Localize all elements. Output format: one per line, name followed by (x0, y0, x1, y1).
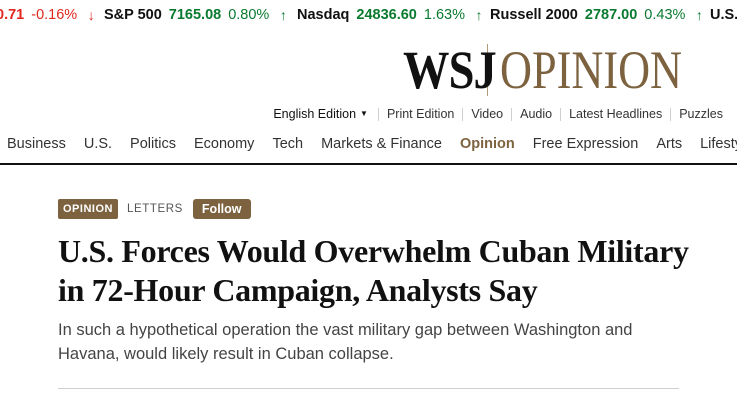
article-dek: In such a hypothetical operation the vas… (58, 321, 633, 363)
arrow-down-icon: ↓ (87, 7, 95, 23)
wsj-logo-text: WSJ (403, 40, 497, 100)
wsj-opinion-logo[interactable]: WSJ OPINION (403, 42, 722, 98)
ticker-change: 0.43% (644, 7, 686, 23)
arrow-up-icon: ↑ (279, 7, 287, 23)
nav-item-lifestyle[interactable]: Lifestyle (700, 136, 737, 152)
caret-down-icon: ▼ (360, 109, 368, 118)
article-headline: U.S. Forces Would Overwhelm Cuban Milita… (58, 233, 689, 308)
link-latest-headlines[interactable]: Latest Headlines (561, 107, 670, 121)
opinion-logo-text: OPINION (500, 40, 683, 100)
ticker-name: U.S. (710, 7, 737, 23)
ticker-price: 0.71 (0, 7, 25, 23)
edition-label: English Edition (273, 107, 357, 121)
nav-item-free-expression[interactable]: Free Expression (533, 136, 639, 152)
article-kicker: OPINION LETTERS Follow (58, 199, 251, 219)
nav-item-tech[interactable]: Tech (272, 136, 303, 152)
ticker-change: 1.63% (423, 7, 465, 23)
ticker-price: 24836.60 (356, 7, 417, 23)
ticker-name: Russell 2000 (490, 7, 578, 23)
nav-item-business[interactable]: Business (7, 136, 66, 152)
ticker-change: -0.16% (31, 7, 78, 23)
nav-item-arts[interactable]: Arts (656, 136, 682, 152)
section-nav: Business U.S. Politics Economy Tech Mark… (0, 128, 737, 160)
ticker-item[interactable]: U.S. (710, 0, 737, 30)
section-label[interactable]: LETTERS (127, 203, 183, 215)
link-puzzles[interactable]: Puzzles (671, 107, 723, 121)
market-ticker: 0.71 -0.16% ↓ S&P 500 7165.08 0.80% ↑ Na… (0, 0, 737, 30)
ticker-name: Nasdaq (297, 7, 350, 23)
follow-button[interactable]: Follow (192, 199, 251, 219)
arrow-up-icon: ↑ (695, 7, 703, 23)
nav-item-politics[interactable]: Politics (130, 136, 176, 152)
utility-links: English Edition ▼ Print Edition Video Aud… (273, 105, 723, 123)
nav-divider (0, 163, 737, 165)
ticker-item[interactable]: S&P 500 7165.08 0.80% ↑ (104, 0, 290, 30)
nav-item-markets-finance[interactable]: Markets & Finance (321, 136, 442, 152)
opinion-badge: OPINION (58, 199, 118, 219)
divider (58, 388, 679, 389)
link-video[interactable]: Video (463, 107, 511, 121)
link-audio[interactable]: Audio (512, 107, 560, 121)
ticker-price: 2787.00 (584, 7, 638, 23)
nav-item-opinion[interactable]: Opinion (460, 136, 515, 152)
ticker-item[interactable]: Russell 2000 2787.00 0.43% ↑ (490, 0, 706, 30)
nav-item-economy[interactable]: Economy (194, 136, 254, 152)
ticker-price: 7165.08 (168, 7, 222, 23)
link-print-edition[interactable]: Print Edition (379, 107, 462, 121)
nav-item-us[interactable]: U.S. (84, 136, 112, 152)
ticker-item[interactable]: 0.71 -0.16% ↓ (0, 0, 98, 30)
ticker-name: S&P 500 (104, 7, 162, 23)
edition-selector[interactable]: English Edition ▼ (273, 107, 378, 121)
ticker-item[interactable]: Nasdaq 24836.60 1.63% ↑ (297, 0, 486, 30)
ticker-change: 0.80% (228, 7, 270, 23)
arrow-up-icon: ↑ (475, 7, 483, 23)
